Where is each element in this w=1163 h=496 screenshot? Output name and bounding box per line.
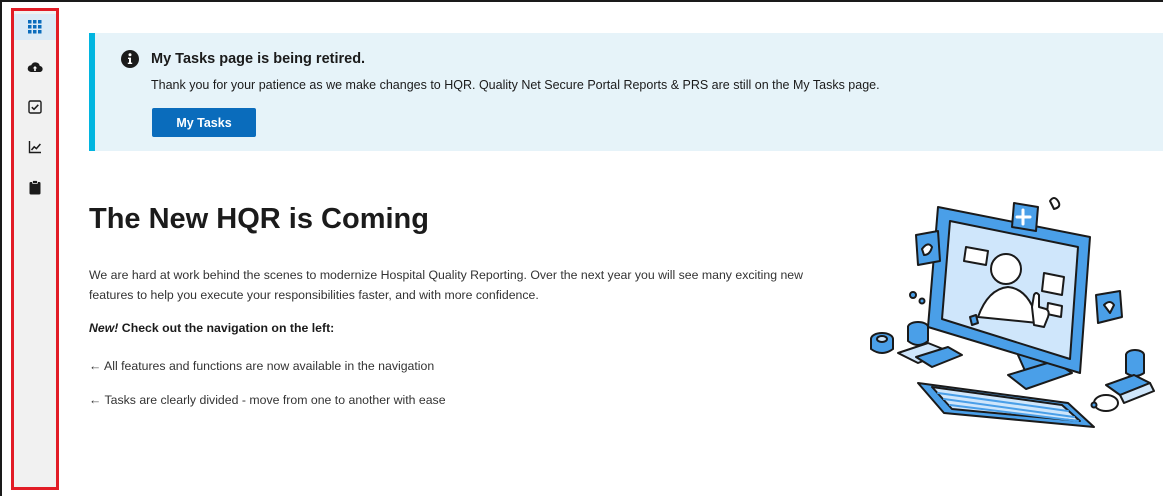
clipboard-icon (29, 179, 41, 194)
navigation-callout: New! Check out the navigation on the lef… (89, 321, 334, 335)
callout-new-label: New! (89, 321, 119, 335)
cloud-upload-icon (27, 62, 43, 73)
checkbox-icon (28, 100, 42, 114)
chart-line-icon (28, 141, 41, 154)
sidebar-item-clipboard[interactable] (14, 174, 56, 200)
my-tasks-button[interactable]: My Tasks (152, 108, 256, 137)
sidebar-item-tasks[interactable] (14, 94, 56, 120)
sidebar-item-upload[interactable] (14, 54, 56, 80)
sidebar-nav (11, 8, 59, 490)
retirement-banner: My Tasks page is being retired. Thank yo… (89, 33, 1163, 151)
banner-message: Thank you for your patience as we make c… (151, 78, 880, 92)
page-title: The New HQR is Coming (89, 203, 429, 235)
feature-bullet-navigation: ← All features and functions are now ava… (89, 359, 435, 373)
intro-paragraph: We are hard at work behind the scenes to… (89, 268, 804, 302)
info-icon (121, 50, 139, 68)
computer-illustration (870, 197, 1155, 428)
sidebar-item-dashboard[interactable] (14, 14, 56, 40)
feature-bullet-tasks: ← Tasks are clearly divided - move from … (89, 393, 446, 407)
banner-title: My Tasks page is being retired. (151, 51, 366, 67)
grid-icon (28, 20, 42, 34)
callout-text: Check out the navigation on the left: (118, 321, 335, 335)
sidebar-item-reports[interactable] (14, 134, 56, 160)
